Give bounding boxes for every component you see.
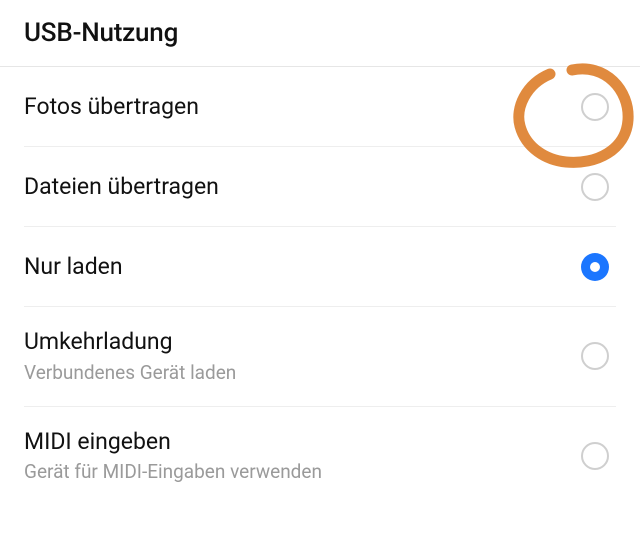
radio-button[interactable]	[580, 441, 610, 471]
option-charge-only[interactable]: Nur laden	[24, 227, 616, 307]
option-transfer-photos[interactable]: Fotos übertragen	[24, 67, 616, 147]
radio-button[interactable]	[580, 92, 610, 122]
option-text: Dateien übertragen	[24, 172, 580, 202]
option-transfer-files[interactable]: Dateien übertragen	[24, 147, 616, 227]
option-sublabel: Verbundenes Gerät laden	[24, 361, 556, 386]
radio-button[interactable]	[580, 341, 610, 371]
option-sublabel: Gerät für MIDI-Eingaben verwenden	[24, 460, 556, 485]
option-midi-input[interactable]: MIDI eingeben Gerät für MIDI-Eingaben ve…	[24, 407, 616, 506]
option-label: Fotos übertragen	[24, 92, 556, 122]
option-label: MIDI eingeben	[24, 427, 556, 457]
option-list: Fotos übertragen Dateien übertragen Nur …	[0, 67, 640, 505]
option-label: Dateien übertragen	[24, 172, 556, 202]
option-text: Fotos übertragen	[24, 92, 580, 122]
option-label: Umkehrladung	[24, 327, 556, 357]
option-text: MIDI eingeben Gerät für MIDI-Eingaben ve…	[24, 427, 580, 486]
header: USB-Nutzung	[0, 0, 640, 67]
radio-button[interactable]	[580, 172, 610, 202]
option-text: Nur laden	[24, 252, 580, 282]
option-text: Umkehrladung Verbundenes Gerät laden	[24, 327, 580, 386]
radio-button[interactable]	[580, 252, 610, 282]
page-title: USB-Nutzung	[24, 18, 616, 48]
option-reverse-charge[interactable]: Umkehrladung Verbundenes Gerät laden	[24, 307, 616, 407]
option-label: Nur laden	[24, 252, 556, 282]
